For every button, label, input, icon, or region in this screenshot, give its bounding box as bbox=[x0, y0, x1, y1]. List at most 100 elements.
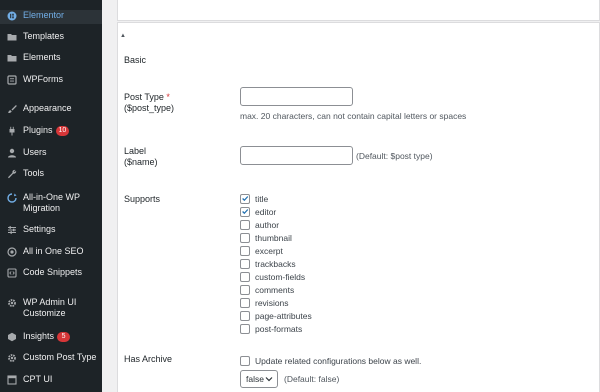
checkbox-label: page-attributes bbox=[255, 310, 312, 321]
sidebar-item-wp-admin-ui-customize[interactable]: WP Admin UI Customize bbox=[0, 297, 102, 321]
elementor-icon bbox=[6, 10, 17, 21]
seo-icon bbox=[6, 246, 17, 257]
check-icon bbox=[242, 196, 249, 202]
sidebar-item-label: Insights 5 bbox=[23, 331, 98, 342]
sidebar-item-label: Appearance bbox=[23, 103, 72, 113]
sidebar-item-settings[interactable]: Settings bbox=[0, 224, 102, 236]
checkbox[interactable] bbox=[240, 193, 250, 204]
main-content bbox=[102, 0, 600, 392]
checkbox[interactable] bbox=[240, 323, 250, 334]
required-mark: * bbox=[166, 92, 170, 102]
settings-panel bbox=[117, 22, 600, 392]
checkbox-label: excerpt bbox=[255, 245, 283, 256]
wrench-icon bbox=[6, 168, 17, 179]
sidebar-item-label: Plugins 10 bbox=[23, 125, 98, 136]
checkbox-label: Update related configurations below as w… bbox=[255, 355, 422, 366]
support-option-author[interactable]: author bbox=[240, 219, 279, 230]
has-archive-label: Has Archive bbox=[124, 354, 173, 364]
checkbox[interactable] bbox=[240, 310, 250, 321]
checkbox-label: comments bbox=[255, 284, 295, 295]
support-option-trackbacks[interactable]: trackbacks bbox=[240, 258, 296, 269]
migration-icon bbox=[6, 192, 17, 203]
gear-icon bbox=[6, 352, 17, 363]
checkbox[interactable] bbox=[240, 258, 250, 269]
checkbox[interactable] bbox=[240, 245, 250, 256]
gear-icon bbox=[6, 297, 17, 308]
sidebar-item-templates[interactable]: Templates bbox=[0, 31, 102, 43]
sidebar-item-label: Code Snippets bbox=[23, 267, 83, 277]
sidebar-item-label: Users bbox=[23, 147, 47, 157]
checkbox-label: trackbacks bbox=[255, 258, 296, 269]
checkbox-label: title bbox=[255, 193, 269, 204]
sidebar-item-label: CPT UI bbox=[23, 374, 53, 384]
supports-label: Supports bbox=[124, 194, 161, 204]
support-option-title[interactable]: title bbox=[240, 193, 268, 204]
support-option-post-formats[interactable]: post-formats bbox=[240, 323, 302, 334]
sidebar-item-elements[interactable]: Elements bbox=[0, 52, 102, 64]
settings-icon bbox=[6, 224, 17, 235]
has-archive-select[interactable]: false bbox=[240, 370, 278, 388]
plugin-icon bbox=[6, 125, 17, 136]
sidebar-item-code-snippets[interactable]: Code Snippets bbox=[0, 267, 102, 279]
checkbox[interactable] bbox=[240, 271, 250, 282]
sidebar-item-label: WP Admin UI Customize bbox=[23, 297, 77, 318]
paintbrush-icon bbox=[6, 103, 17, 114]
admin-sidebar: Elementor Templates Elements WPForms App… bbox=[0, 0, 102, 392]
checkbox[interactable] bbox=[240, 297, 250, 308]
post-type-description: max. 20 characters, can not contain capi… bbox=[240, 111, 467, 121]
insights-icon bbox=[6, 331, 17, 342]
checkbox[interactable] bbox=[240, 232, 250, 243]
check-icon bbox=[242, 209, 249, 215]
sidebar-item-label: Elementor bbox=[23, 10, 65, 20]
sidebar-item-all-in-one-seo[interactable]: All in One SEO bbox=[0, 246, 102, 258]
checkbox[interactable] bbox=[240, 355, 250, 366]
wpforms-icon bbox=[6, 74, 17, 85]
sidebar-item-elementor[interactable]: Elementor bbox=[0, 10, 102, 24]
has-archive-option[interactable]: Update related configurations below as w… bbox=[240, 355, 421, 366]
sidebar-item-all-in-one-wp-migration[interactable]: All-in-One WP Migration bbox=[0, 192, 102, 216]
support-option-comments[interactable]: comments bbox=[240, 284, 294, 295]
sidebar-item-label: Tools bbox=[23, 168, 45, 178]
sidebar-item-insights[interactable]: Insights 5 bbox=[0, 331, 102, 343]
post-type-label: Post Type * ($post_type) bbox=[124, 92, 175, 113]
support-option-editor[interactable]: editor bbox=[240, 206, 276, 217]
checkbox[interactable] bbox=[240, 219, 250, 230]
support-option-thumbnail[interactable]: thumbnail bbox=[240, 232, 292, 243]
checkbox[interactable] bbox=[240, 284, 250, 295]
sidebar-item-users[interactable]: Users bbox=[0, 147, 102, 159]
sidebar-item-appearance[interactable]: Appearance bbox=[0, 103, 102, 115]
has-archive-select-description: (Default: false) bbox=[284, 374, 340, 384]
collapse-caret-icon[interactable]: ▲ bbox=[120, 33, 126, 39]
support-option-revisions[interactable]: revisions bbox=[240, 297, 289, 308]
checkbox-label: custom-fields bbox=[255, 271, 306, 282]
label-description: (Default: $post type) bbox=[356, 151, 433, 161]
sidebar-item-label: Elements bbox=[23, 52, 61, 62]
sidebar-item-label: All-in-One WP Migration bbox=[23, 192, 80, 213]
sidebar-item-label: All in One SEO bbox=[23, 246, 84, 256]
sidebar-item-plugins[interactable]: Plugins 10 bbox=[0, 125, 102, 137]
sidebar-item-label: Settings bbox=[23, 224, 56, 234]
sidebar-item-tools[interactable]: Tools bbox=[0, 168, 102, 180]
section-title: Basic bbox=[124, 55, 147, 65]
post-type-input[interactable] bbox=[240, 87, 353, 106]
cpt-icon bbox=[6, 374, 17, 385]
sidebar-item-custom-post-type[interactable]: Custom Post Type bbox=[0, 352, 102, 364]
sidebar-item-cpt-ui[interactable]: CPT UI bbox=[0, 374, 102, 386]
folder-icon bbox=[6, 31, 17, 42]
label-input[interactable] bbox=[240, 146, 353, 165]
support-option-excerpt[interactable]: excerpt bbox=[240, 245, 283, 256]
checkbox-label: thumbnail bbox=[255, 232, 292, 243]
sidebar-item-wpforms[interactable]: WPForms bbox=[0, 74, 102, 86]
previous-panel bbox=[117, 0, 600, 21]
support-option-page-attributes[interactable]: page-attributes bbox=[240, 310, 312, 321]
sidebar-item-label: Templates bbox=[23, 31, 65, 41]
chevron-down-icon bbox=[265, 377, 273, 382]
code-icon bbox=[6, 267, 17, 278]
checkbox-label: post-formats bbox=[255, 323, 303, 334]
checkbox-label: editor bbox=[255, 206, 277, 217]
checkbox[interactable] bbox=[240, 206, 250, 217]
select-value: false bbox=[246, 374, 264, 384]
support-option-custom-fields[interactable]: custom-fields bbox=[240, 271, 305, 282]
sidebar-item-label: Custom Post Type bbox=[23, 352, 97, 362]
insights-badge: 5 bbox=[57, 332, 71, 342]
